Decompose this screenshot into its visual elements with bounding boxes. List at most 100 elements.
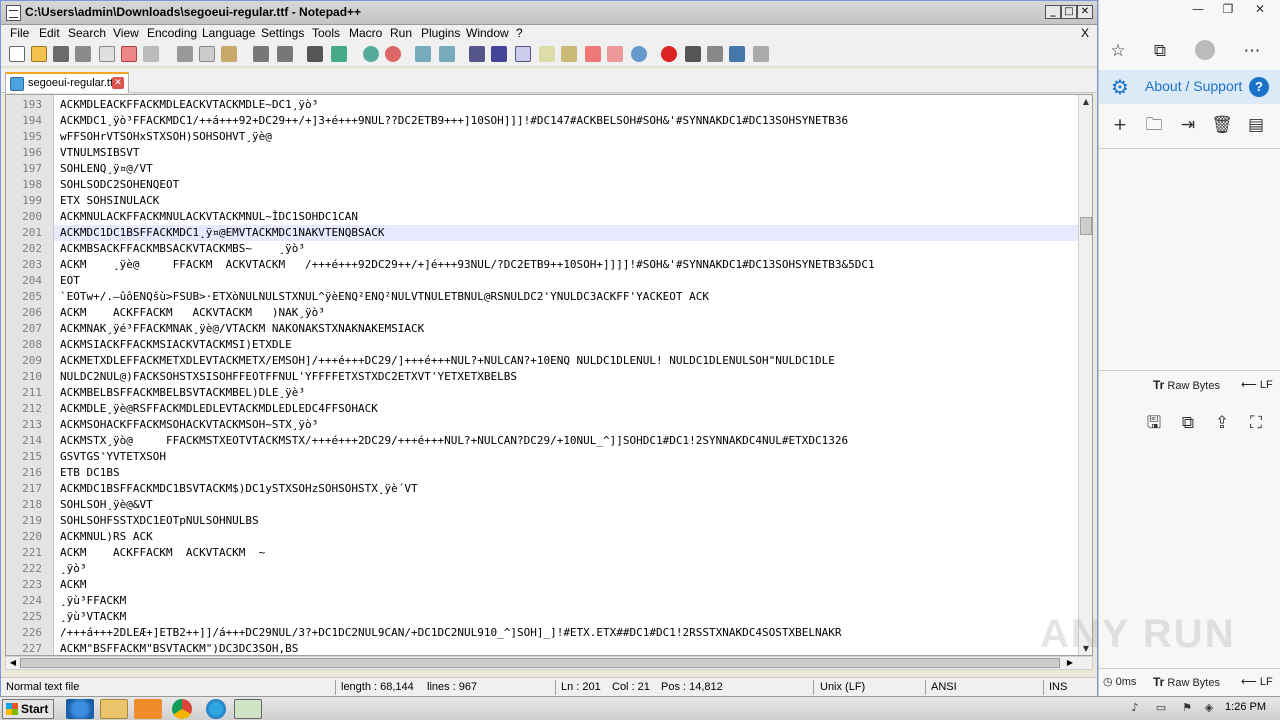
title-bar[interactable]: C:\Users\admin\Downloads\segoeui-regular… (1, 1, 1097, 25)
vertical-scrollbar[interactable]: ▲ ▼ (1078, 95, 1092, 655)
copy-icon[interactable]: ⧉ (1177, 412, 1199, 434)
network-tray-icon[interactable]: ♪ (1128, 701, 1142, 715)
menu-file[interactable]: File (10, 26, 29, 40)
horizontal-scrollbar[interactable]: ◀ ▶ (5, 656, 1093, 670)
eye-icon[interactable] (631, 46, 647, 62)
cut-icon[interactable] (177, 46, 193, 62)
scroll-up-icon[interactable]: ▲ (1080, 96, 1092, 108)
code-line[interactable]: wFFSOHrVTSOHxSTXSOH)SOHSOHVT¸ÿè@ (60, 129, 1076, 145)
horizontal-scroll-thumb[interactable] (20, 658, 1060, 668)
menu-help[interactable]: ? (516, 26, 523, 40)
menu-encoding[interactable]: Encoding (147, 26, 197, 40)
code-line[interactable]: ACKMDLEACKFFACKMDLEACKVTACKMDLE~DC1¸ÿò³ (60, 97, 1076, 113)
menu-run[interactable]: Run (390, 26, 412, 40)
menu-plugins[interactable]: Plugins (421, 26, 460, 40)
replace-icon[interactable] (331, 46, 347, 62)
code-line[interactable]: ACKM (60, 577, 1076, 593)
status-eol[interactable]: Unix (LF) (820, 681, 865, 693)
menu-settings[interactable]: Settings (261, 26, 304, 40)
code-line[interactable]: /+++á+++2DLEÆ+]ETB2++]]/á+++DC29NUL/3?+D… (60, 625, 1076, 641)
profile-avatar[interactable] (1195, 40, 1215, 60)
status-encoding[interactable]: ANSI (931, 681, 957, 693)
import-icon[interactable]: ⇥ (1177, 114, 1199, 136)
code-line[interactable]: SOHLSOH¸ÿè@&VT (60, 497, 1076, 513)
print-icon[interactable] (143, 46, 159, 62)
save-icon[interactable]: 🖫 (1143, 412, 1165, 434)
folder-workspace-icon[interactable] (585, 46, 601, 62)
indent-guide-icon[interactable] (515, 46, 531, 62)
code-line[interactable]: ETX SOHSINULACK (60, 193, 1076, 209)
menu-tools[interactable]: Tools (312, 26, 340, 40)
play-macro-icon[interactable] (707, 46, 723, 62)
sync-vertical-icon[interactable] (415, 46, 431, 62)
vertical-scroll-thumb[interactable] (1080, 217, 1092, 235)
code-line[interactable]: ACKMDC1DC1BSFFACKMDC1¸ÿ¤@EMVTACKMDC1NAKV… (54, 225, 1080, 241)
word-wrap-icon[interactable] (469, 46, 485, 62)
clock[interactable]: 1:26 PM (1225, 701, 1266, 713)
code-line[interactable]: VTNULMSIBSVT (60, 145, 1076, 161)
code-line[interactable]: ACKMNUL)RS ACK (60, 529, 1076, 545)
sync-horizontal-icon[interactable] (439, 46, 455, 62)
document-map-icon[interactable] (539, 46, 555, 62)
code-line[interactable]: ACKMBSACKFFACKMBSACKVTACKMBS~ ¸ÿò³ (60, 241, 1076, 257)
editor-area[interactable]: 193 194 195 196 197 198 199 200 201 202 203 204 205 2… (5, 94, 1093, 656)
scroll-right-icon[interactable]: ▶ (1064, 657, 1076, 669)
notepadpp-taskbar-icon[interactable] (234, 699, 262, 719)
about-support-link[interactable]: About / Support (1145, 78, 1242, 94)
code-line[interactable]: ACKMBELBSFFACKMBELBSVTACKMBEL)DLE¸ÿè³ (60, 385, 1076, 401)
close-button[interactable]: ✕ (1077, 5, 1093, 19)
code-line[interactable]: ACKMDC1¸ÿò³FFACKMDC1/++á+++92+DC29++/+]3… (60, 113, 1076, 129)
code-line[interactable]: ¸ÿù³FFACKM (60, 593, 1076, 609)
code-line[interactable]: ACKMSOHACKFFACKMSOHACKVTACKMSOH~STX¸ÿò³ (60, 417, 1076, 433)
code-line[interactable]: SOHLSODC2SOHENQEOT (60, 177, 1076, 193)
maximize-button[interactable]: □ (1061, 5, 1077, 19)
save-macro-icon[interactable] (753, 46, 769, 62)
find-icon[interactable] (307, 46, 323, 62)
minimize-button[interactable]: _ (1045, 5, 1061, 19)
menu-edit[interactable]: Edit (39, 26, 60, 40)
paste-icon[interactable] (221, 46, 237, 62)
volume-tray-icon[interactable]: ▭ (1154, 701, 1168, 715)
function-list-icon[interactable] (561, 46, 577, 62)
help-icon[interactable]: ? (1249, 77, 1269, 97)
about-support-bar[interactable]: ⚙ About / Support ? (1099, 70, 1280, 104)
code-line[interactable]: ACKMDLE¸ÿè@RSFFACKMDLEDLEVTACKMDLEDLEDC4… (60, 401, 1076, 417)
copy-icon[interactable] (199, 46, 215, 62)
security-tray-icon[interactable]: ◈ (1202, 701, 1216, 715)
edge-taskbar-icon[interactable] (206, 699, 226, 719)
close-all-icon[interactable] (121, 46, 137, 62)
start-button[interactable]: Start (2, 699, 54, 719)
redo-icon[interactable] (277, 46, 293, 62)
code-line[interactable]: `EOTw+/.—ûôENQšù>FSUB>·ETXòNULNULSTXNUL^… (60, 289, 1076, 305)
open-file-icon[interactable] (31, 46, 47, 62)
undo-icon[interactable] (253, 46, 269, 62)
zoom-in-icon[interactable] (363, 46, 379, 62)
code-line[interactable]: NULDC2NUL@)FACKSOHSTXSISOHFFEOTFFNUL'YFF… (60, 369, 1076, 385)
code-area[interactable]: ACKMDLEACKFFACKMDLEACKVTACKMDLE~DC1¸ÿò³ A… (54, 95, 1080, 655)
code-line[interactable]: SOHLSOHFSSTXDC1EOTpNULSOHNULBS (60, 513, 1076, 529)
menu-window[interactable]: Window (466, 26, 509, 40)
tab-close-icon[interactable]: ✕ (112, 77, 124, 89)
new-file-icon[interactable] (9, 46, 25, 62)
browser-minimize-button[interactable]: — (1183, 0, 1213, 18)
code-line[interactable]: ETB DC1BS (60, 465, 1076, 481)
code-line[interactable]: EOT (60, 273, 1076, 289)
record-macro-icon[interactable] (661, 46, 677, 62)
code-line[interactable]: ACKMDC1BSFFACKMDC1BSVTACKM$)DC1ySTXSOHzS… (60, 481, 1076, 497)
layout-icon[interactable]: ▤ (1245, 114, 1267, 136)
menu-view[interactable]: View (113, 26, 139, 40)
code-line[interactable]: ¸ÿò³ (60, 561, 1076, 577)
show-all-chars-icon[interactable] (491, 46, 507, 62)
code-line[interactable]: ACKMSIACKFFACKMSIACKVTACKMSI)ETXDLE (60, 337, 1076, 353)
code-line[interactable]: ACKM ACKFFACKM ACKVTACKM )NAK¸ÿò³ (60, 305, 1076, 321)
monitoring-icon[interactable] (607, 46, 623, 62)
code-line[interactable]: ACKM"BSFFACKM"BSVTACKM")DC3DC3SOH,BS (60, 641, 1076, 655)
close-document-button[interactable]: X (1081, 26, 1089, 40)
scroll-left-icon[interactable]: ◀ (7, 657, 19, 669)
flag-tray-icon[interactable]: ⚑ (1180, 701, 1194, 715)
add-icon[interactable]: + (1109, 114, 1131, 136)
save-all-icon[interactable] (75, 46, 91, 62)
tab-segoeui-regular[interactable]: segoeui-regular.ttf ✕ (5, 72, 129, 93)
media-player-taskbar-icon[interactable] (134, 699, 162, 719)
browser-close-button[interactable]: ✕ (1245, 0, 1275, 18)
